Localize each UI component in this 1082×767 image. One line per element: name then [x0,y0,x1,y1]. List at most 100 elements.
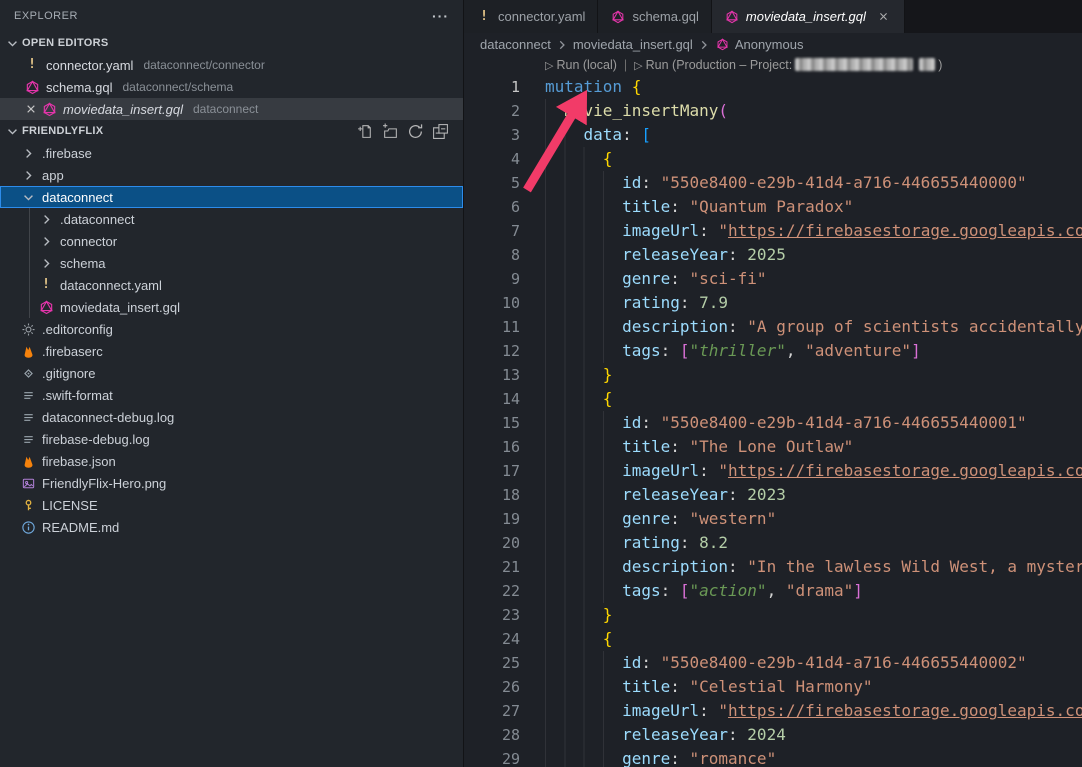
code-text[interactable]: rating: 8.2 [545,531,728,555]
code-text[interactable]: rating: 7.9 [545,291,728,315]
code-text[interactable]: id: "550e8400-e29b-41d4-a716-44665544000… [545,651,1027,675]
line-number: 15 [464,411,545,435]
code-token: 2024 [747,725,786,744]
code-text[interactable]: movie_insertMany( [545,99,728,123]
code-token: : [670,197,689,216]
tree-item-connector[interactable]: connector [0,230,463,252]
code-text[interactable]: title: "Quantum Paradox" [545,195,853,219]
breadcrumb-item-anonymous[interactable]: Anonymous [715,37,804,53]
refresh-icon[interactable] [407,123,424,140]
workspace-header[interactable]: FRIENDLYFLIX [0,120,463,142]
new-folder-icon[interactable] [382,123,399,140]
tree-item-friendlyflix-hero.png[interactable]: FriendlyFlix-Hero.png [0,472,463,494]
code-text[interactable]: description: "A group of scientists acci… [545,315,1082,339]
code-line: 16 title: "The Lone Outlaw" [464,435,1082,459]
tree-item-label: .firebase [42,146,92,161]
tree-item-.swift-format[interactable]: .swift-format [0,384,463,406]
code-text[interactable]: title: "The Lone Outlaw" [545,435,853,459]
line-number: 22 [464,579,545,603]
code-text[interactable]: data: [ [545,123,651,147]
code-text[interactable]: { [545,147,612,171]
run-production-link[interactable]: ▷Run (Production – Project:) [634,58,942,72]
code-text[interactable]: genre: "sci-fi" [545,267,767,291]
firebase-icon [20,453,36,469]
code-token [545,317,622,336]
code-token: } [603,365,613,384]
code-token [545,533,622,552]
code-text[interactable]: releaseYear: 2025 [545,243,786,267]
breadcrumb-item-dataconnect[interactable]: dataconnect [480,37,551,52]
code-editor: ▷Run (local)|▷Run (Production – Project:… [464,56,1082,767]
tree-item-readme.md[interactable]: README.md [0,516,463,538]
tree-item-.firebase[interactable]: .firebase [0,142,463,164]
open-editor-schema.gql[interactable]: schema.gqldataconnect/schema [0,76,463,98]
code-text[interactable]: imageUrl: "https://firebasestorage.googl… [545,699,1082,723]
tree-item-firebase-debug.log[interactable]: firebase-debug.log [0,428,463,450]
open-editors-header[interactable]: OPEN EDITORS [0,32,463,54]
tree-item-app[interactable]: app [0,164,463,186]
code-text[interactable]: mutation { [545,75,641,99]
open-editor-connector.yaml[interactable]: !connector.yamldataconnect/connector [0,54,463,76]
graphql-icon [38,299,54,315]
open-editor-name: schema.gql [46,80,112,95]
code-text[interactable]: imageUrl: "https://firebasestorage.googl… [545,459,1082,483]
code-token: title [622,197,670,216]
code-text[interactable]: } [545,603,612,627]
run-local-link[interactable]: ▷Run (local) [545,58,617,72]
code-text[interactable]: tags: ["action", "drama"] [545,579,863,603]
close-editor-icon[interactable] [24,101,41,117]
tree-item-.dataconnect[interactable]: .dataconnect [0,208,463,230]
tree-item-label: LICENSE [42,498,98,513]
tree-item-license[interactable]: LICENSE [0,494,463,516]
tree-item-firebase.json[interactable]: firebase.json [0,450,463,472]
code-text[interactable]: genre: "romance" [545,747,776,767]
code-text[interactable]: { [545,627,612,651]
tree-item-dataconnect-debug.log[interactable]: dataconnect-debug.log [0,406,463,428]
workspace-label: FRIENDLYFLIX [22,125,103,137]
tree-item-schema[interactable]: schema [0,252,463,274]
code-text[interactable]: title: "Celestial Harmony" [545,675,873,699]
tree-item-.gitignore[interactable]: .gitignore [0,362,463,384]
code-token: imageUrl [622,221,699,240]
code-line: 11 description: "A group of scientists a… [464,315,1082,339]
breadcrumb-item-moviedata_insert.gql[interactable]: moviedata_insert.gql [573,37,693,52]
close-tab-icon[interactable] [876,9,892,25]
tree-item-label: connector [60,234,117,249]
tree-item-label: schema [60,256,106,271]
tab-connector.yaml[interactable]: !connector.yaml [464,0,598,33]
code-text[interactable]: description: "In the lawless Wild West, … [545,555,1082,579]
chevron-down-icon [4,123,20,139]
collapse-all-icon[interactable] [432,123,449,140]
tree-item-moviedata_insert.gql[interactable]: moviedata_insert.gql [0,296,463,318]
tab-schema.gql[interactable]: schema.gql [598,0,711,33]
yaml-icon: ! [38,277,54,293]
code-text[interactable]: genre: "western" [545,507,776,531]
code-text[interactable]: id: "550e8400-e29b-41d4-a716-44665544000… [545,171,1027,195]
code-token: "drama" [786,581,853,600]
code-text[interactable]: imageUrl: "https://firebasestorage.googl… [545,219,1082,243]
code-text[interactable]: { [545,387,612,411]
code-line: 10 rating: 7.9 [464,291,1082,315]
code-text[interactable]: releaseYear: 2024 [545,723,786,747]
tree-item-.editorconfig[interactable]: .editorconfig [0,318,463,340]
open-editor-moviedata_insert.gql[interactable]: moviedata_insert.gqldataconnect [0,98,463,120]
code-text[interactable]: tags: ["thriller", "adventure"] [545,339,921,363]
code-token: rating [622,293,680,312]
new-file-icon[interactable] [357,123,374,140]
code-line: 19 genre: "western" [464,507,1082,531]
code-token [545,101,564,120]
chevron-right-icon [20,145,36,161]
code-token [545,629,603,648]
code-text[interactable]: releaseYear: 2023 [545,483,786,507]
code-text[interactable]: } [545,363,612,387]
code-token: : [680,293,699,312]
tab-moviedata_insert.gql[interactable]: moviedata_insert.gql [712,0,905,33]
code-text[interactable]: id: "550e8400-e29b-41d4-a716-44665544000… [545,411,1027,435]
tree-item-dataconnect[interactable]: dataconnect [0,186,463,208]
tree-item-dataconnect.yaml[interactable]: !dataconnect.yaml [0,274,463,296]
code-token: "Celestial Harmony" [690,677,873,696]
code-token [545,581,622,600]
more-actions-icon[interactable]: ··· [432,8,449,24]
code-line: 14 { [464,387,1082,411]
tree-item-.firebaserc[interactable]: .firebaserc [0,340,463,362]
